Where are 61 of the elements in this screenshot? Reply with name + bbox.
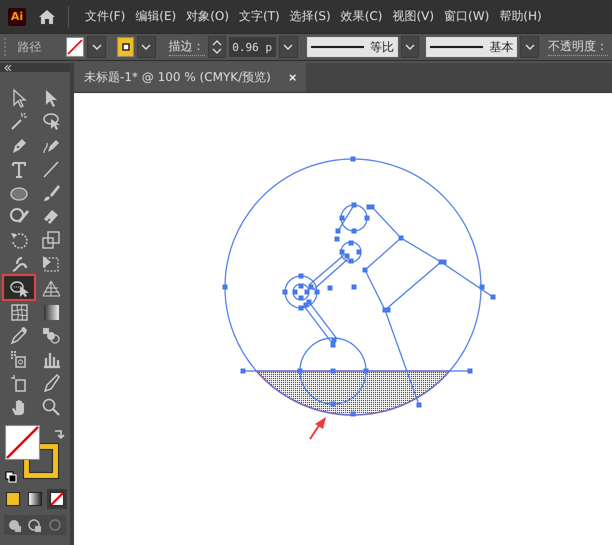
chevron-down-icon: [524, 44, 535, 50]
chevron-down-icon: [283, 44, 294, 50]
none-slash-icon: [67, 39, 84, 55]
spray-can-icon: [9, 349, 29, 370]
color-swatch-icon: [6, 492, 20, 506]
draw-behind-icon[interactable]: [26, 517, 44, 534]
magic-wand-icon: [9, 111, 29, 132]
app-logo: Ai: [8, 8, 26, 26]
swap-arrow-icon[interactable]: [53, 427, 65, 440]
default-colors-icon[interactable]: [5, 471, 17, 484]
home-icon[interactable]: [38, 8, 56, 24]
free-transform-icon: [41, 254, 61, 274]
blend-shapes-icon: [41, 325, 61, 346]
menu-item[interactable]: 选择(S): [286, 5, 335, 28]
diagonal-line-icon: [41, 158, 61, 179]
chevron-down-icon: [405, 44, 416, 50]
search-icon: [41, 396, 61, 417]
gradient-swatch-icon: [28, 492, 42, 506]
arrow-drawing: [309, 417, 326, 440]
menu-item[interactable]: 窗口(W): [440, 5, 494, 28]
stroke-weight-field[interactable]: 0.96 p: [229, 37, 276, 57]
stroke-swatch[interactable]: [117, 37, 134, 57]
spinner-button[interactable]: [208, 36, 226, 58]
dropdown-button[interactable]: [400, 36, 420, 58]
knife-icon: [41, 373, 61, 394]
stroke-label[interactable]: 描边：: [168, 38, 205, 56]
profile-dropdown[interactable]: 等比: [306, 37, 398, 57]
eyedropper-icon: [9, 325, 29, 346]
square-icon: [122, 43, 130, 51]
chevron-down-icon: [92, 44, 102, 50]
close-button[interactable]: ×: [288, 70, 296, 85]
menu-item[interactable]: 文件(F): [81, 5, 130, 28]
collapse-icon[interactable]: [4, 64, 12, 70]
lasso-icon: [41, 111, 61, 132]
brush-dropdown[interactable]: 基本: [426, 37, 518, 57]
menu-item[interactable]: 效果(C): [336, 5, 386, 28]
tool-button[interactable]: [4, 276, 34, 300]
dropdown-button[interactable]: [137, 36, 156, 58]
menu-item[interactable]: 帮助(H): [495, 5, 546, 28]
dropdown-button[interactable]: [87, 36, 106, 58]
artboard-icon: [9, 373, 29, 394]
menu-item[interactable]: 编辑(E): [131, 5, 180, 28]
fill-mode-button[interactable]: [47, 489, 67, 510]
scale-squares-icon: [41, 230, 61, 250]
menu-item[interactable]: 视图(V): [388, 5, 438, 28]
document-tab[interactable]: 未标题-1* @ 100 % (CMYK/预览) ×: [74, 63, 306, 92]
fill-swatch[interactable]: [66, 37, 84, 57]
draw-normal-icon[interactable]: [6, 517, 24, 534]
dropdown-button[interactable]: [520, 36, 539, 58]
menu-item[interactable]: 对象(O): [182, 5, 234, 28]
rotate-arrow-icon: [9, 230, 29, 250]
none-swatch-icon: [50, 492, 64, 506]
fill-stroke-swatch-drawing[interactable]: [5, 425, 59, 480]
paintbrush-icon: [41, 182, 61, 203]
opacity-label[interactable]: 不透明度：: [548, 38, 608, 56]
mesh-grid-icon: [9, 302, 29, 322]
up-down-arrows-icon: [212, 40, 222, 54]
chevron-down-icon: [141, 44, 152, 50]
dropdown-button[interactable]: [279, 36, 298, 58]
menu-item[interactable]: 文字(T): [235, 5, 284, 28]
selection-label: 路径: [17, 38, 42, 56]
